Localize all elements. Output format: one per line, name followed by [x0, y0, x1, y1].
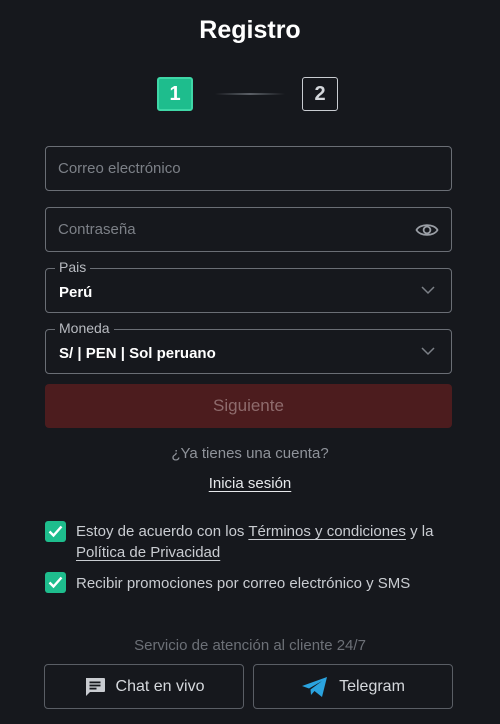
support-label: Servicio de atención al cliente 24/7 — [134, 637, 366, 654]
chat-icon — [85, 677, 105, 696]
promo-text: Recibir promociones por correo electróni… — [76, 575, 411, 592]
step-2-indicator: 2 — [302, 77, 338, 111]
country-label: Pais — [55, 259, 91, 275]
eye-icon[interactable] — [415, 221, 439, 239]
password-field-container — [45, 207, 452, 252]
check-icon — [48, 576, 63, 589]
terms-checkbox[interactable] — [45, 521, 66, 542]
registration-page: Registro 1 2 Pais Perú Moneda S/ | PEN |… — [0, 0, 500, 724]
email-field-container — [45, 146, 452, 191]
country-select[interactable]: Pais Perú — [45, 259, 452, 313]
live-chat-label: Chat en vivo — [115, 677, 205, 695]
step-connector — [215, 93, 285, 95]
check-icon — [48, 525, 63, 538]
chevron-down-icon — [421, 286, 435, 295]
login-link-row: Inicia sesión — [0, 475, 500, 492]
terms-prefix: Estoy de acuerdo con los — [76, 523, 249, 540]
currency-value: S/ | PEN | Sol peruano — [59, 345, 216, 362]
password-field[interactable] — [58, 208, 398, 251]
promo-checkbox[interactable] — [45, 572, 66, 593]
login-link[interactable]: Inicia sesión — [209, 475, 292, 492]
terms-middle: y la — [405, 523, 434, 540]
have-account-text: ¿Ya tienes una cuenta? — [171, 445, 329, 462]
privacy-link[interactable]: Política de Privacidad — [76, 544, 220, 561]
chevron-down-icon — [421, 347, 435, 356]
telegram-button[interactable]: Telegram — [253, 664, 453, 709]
currency-label: Moneda — [55, 320, 114, 336]
country-value: Perú — [59, 284, 93, 301]
terms-link[interactable]: Términos y condiciones — [248, 523, 406, 540]
currency-select[interactable]: Moneda S/ | PEN | Sol peruano — [45, 320, 452, 374]
step-1-indicator: 1 — [157, 77, 193, 111]
live-chat-button[interactable]: Chat en vivo — [44, 664, 244, 709]
page-title: Registro — [199, 16, 301, 44]
telegram-label: Telegram — [339, 677, 405, 695]
telegram-icon — [302, 676, 328, 697]
email-field[interactable] — [58, 147, 398, 190]
terms-text: Estoy de acuerdo con los Términos y cond… — [76, 521, 466, 563]
next-button[interactable]: Siguiente — [45, 384, 452, 428]
